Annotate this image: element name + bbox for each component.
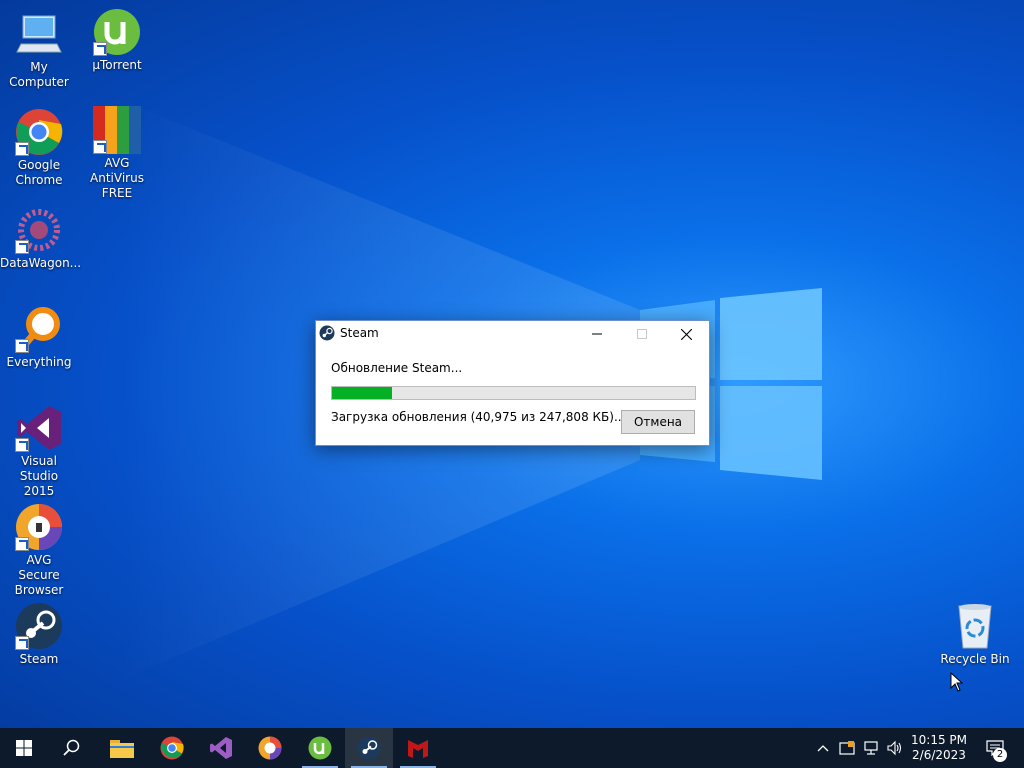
datawagon-icon xyxy=(15,206,63,254)
desktop-icon-my-computer[interactable]: My Computer xyxy=(0,10,78,90)
clock-time: 10:15 PM xyxy=(911,733,967,747)
maximize-button[interactable] xyxy=(619,321,664,347)
tray-network-icon[interactable] xyxy=(860,728,882,768)
desktop-icon-utorrent[interactable]: μTorrent xyxy=(78,8,156,73)
cancel-button[interactable]: Отмена xyxy=(621,410,695,434)
desktop-icon-steam[interactable]: Steam xyxy=(0,602,78,667)
taskbar-chrome[interactable] xyxy=(148,728,196,768)
taskbar-mcafee[interactable] xyxy=(394,728,442,768)
action-center-button[interactable] xyxy=(980,728,1010,768)
desktop-icon-label: Visual Studio 2015 xyxy=(19,454,59,498)
desktop-icon-visual-studio[interactable]: Visual Studio 2015 xyxy=(0,404,78,499)
mouse-cursor-icon xyxy=(950,672,964,692)
taskbar-utorrent[interactable] xyxy=(296,728,344,768)
tray-volume-icon[interactable] xyxy=(884,728,906,768)
utorrent-icon xyxy=(93,8,141,56)
desktop-icon-label: Everything xyxy=(6,355,72,369)
taskbar: 10:15 PM 2/6/2023 xyxy=(0,728,1024,768)
minimize-button[interactable] xyxy=(574,321,619,347)
network-icon xyxy=(864,741,878,755)
tray-show-hidden-icons[interactable] xyxy=(812,728,834,768)
shortcut-arrow-icon xyxy=(15,438,29,452)
shortcut-arrow-icon xyxy=(93,140,107,154)
utorrent-icon xyxy=(308,736,332,760)
taskbar-clock[interactable]: 10:15 PM 2/6/2023 xyxy=(905,733,973,763)
shortcut-arrow-icon xyxy=(15,537,29,551)
desktop-icon-label: μTorrent xyxy=(92,58,142,72)
desktop-icon-label: Steam xyxy=(19,652,59,666)
desktop-icon-avg-antivirus[interactable]: AVG AntiVirus FREE xyxy=(78,106,156,201)
search-button[interactable] xyxy=(48,728,96,768)
windows-security-icon xyxy=(839,741,855,755)
file-explorer-icon xyxy=(110,740,134,758)
chrome-icon xyxy=(15,108,63,156)
volume-icon xyxy=(887,740,902,756)
shortcut-arrow-icon xyxy=(15,636,29,650)
visual-studio-icon xyxy=(15,404,63,452)
desktop-icon-recycle-bin[interactable]: Recycle Bin xyxy=(936,602,1014,667)
clock-date: 2/6/2023 xyxy=(912,748,966,762)
avg-secure-browser-icon xyxy=(15,503,63,551)
avg-antivirus-icon xyxy=(93,106,141,154)
taskbar-steam[interactable] xyxy=(345,728,393,768)
everything-search-icon xyxy=(15,305,63,353)
shortcut-arrow-icon xyxy=(93,42,107,56)
notification-count-badge: 2 xyxy=(993,748,1007,762)
avg-secure-browser-icon xyxy=(258,736,282,760)
dialog-titlebar[interactable]: Steam xyxy=(316,321,709,347)
steam-icon xyxy=(319,325,335,341)
desktop-icon-label: AVG Secure Browser xyxy=(14,553,64,597)
visual-studio-icon xyxy=(210,737,232,759)
desktop-icon-everything[interactable]: Everything xyxy=(0,305,78,370)
close-button[interactable] xyxy=(664,321,709,347)
update-progress-bar xyxy=(331,386,696,400)
progress-fill xyxy=(332,387,392,399)
taskbar-visual-studio[interactable] xyxy=(197,728,245,768)
download-status-text: Загрузка обновления (40,975 из 247,808 К… xyxy=(331,410,626,424)
steam-icon xyxy=(357,736,381,760)
shortcut-arrow-icon xyxy=(15,339,29,353)
tray-security-icon[interactable] xyxy=(836,728,858,768)
steam-update-dialog: Steam Обновление Steam... Загрузка обнов… xyxy=(315,320,710,446)
desktop-icon-label: My Computer xyxy=(9,60,69,89)
desktop-icon-datawagon[interactable]: DataWagon... xyxy=(0,206,82,271)
computer-icon xyxy=(15,10,63,58)
shortcut-arrow-icon xyxy=(15,142,29,156)
close-icon xyxy=(681,328,692,340)
maximize-icon xyxy=(636,329,647,339)
desktop-icon-label: Recycle Bin xyxy=(940,652,1010,666)
desktop-icon-label: DataWagon... xyxy=(0,256,82,270)
steam-icon xyxy=(15,602,63,650)
taskbar-avg-secure-browser[interactable] xyxy=(246,728,294,768)
dialog-title: Steam xyxy=(340,326,379,340)
shortcut-arrow-icon xyxy=(15,240,29,254)
desktop-icon-google-chrome[interactable]: Google Chrome xyxy=(0,108,78,188)
search-icon xyxy=(63,739,80,756)
desktop-icon-avg-secure-browser[interactable]: AVG Secure Browser xyxy=(0,503,78,598)
update-heading: Обновление Steam... xyxy=(331,361,463,375)
start-button[interactable] xyxy=(0,728,48,768)
taskbar-file-explorer[interactable] xyxy=(98,728,146,768)
minimize-icon xyxy=(591,333,602,335)
chrome-icon xyxy=(160,736,184,760)
recycle-bin-icon xyxy=(951,602,999,650)
windows-start-icon xyxy=(16,740,32,756)
mcafee-icon xyxy=(408,740,428,758)
chevron-up-icon xyxy=(817,745,829,752)
desktop-icon-label: Google Chrome xyxy=(15,158,63,187)
desktop-icon-label: AVG AntiVirus FREE xyxy=(90,156,144,200)
